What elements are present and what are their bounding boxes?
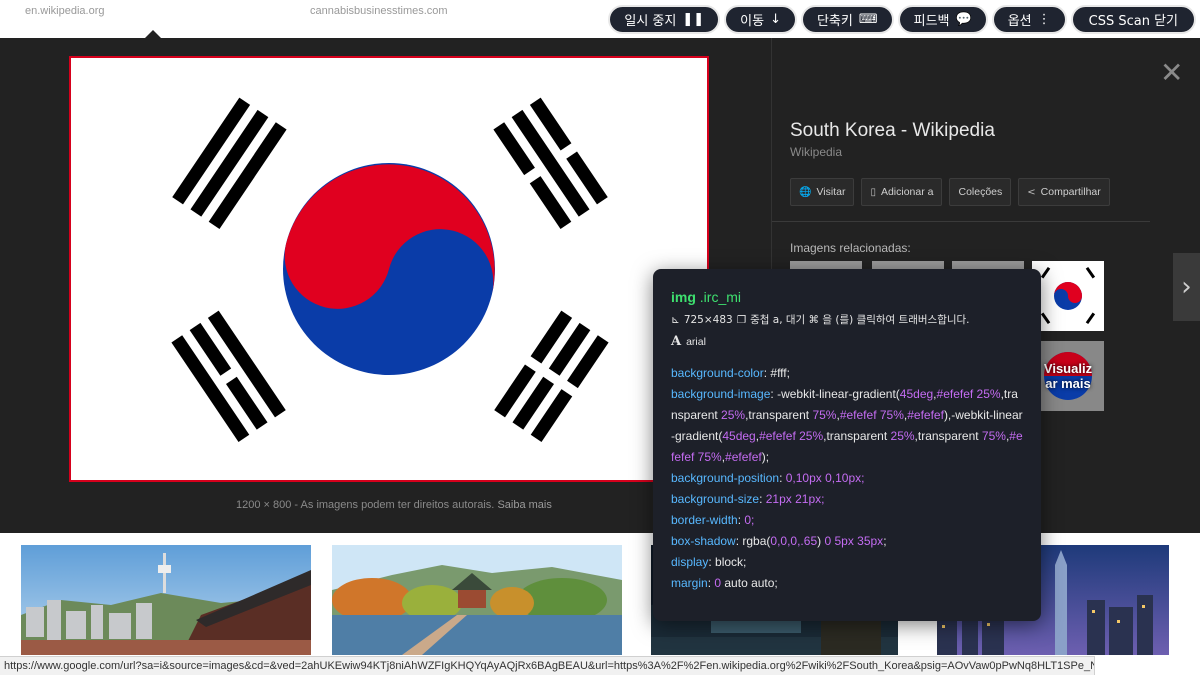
related-thumbnail[interactable]: [1032, 261, 1104, 331]
css-properties: background-color: #fff; background-image…: [671, 363, 1023, 594]
font-name: arial: [686, 335, 706, 348]
css-line: background-color: #fff;: [671, 366, 790, 380]
font-info: A arial: [671, 334, 1023, 349]
copyright-notice: As imagens podem ter direitos autorais.: [300, 499, 495, 511]
result-image-pavilion[interactable]: [332, 545, 622, 655]
keyboard-icon: ⌨: [858, 12, 878, 27]
copy-icon: ❐: [736, 313, 747, 326]
image-caption: 1200 × 800 - As imagens podem ter direit…: [236, 499, 552, 511]
element-selector: img .irc_mi: [671, 289, 742, 305]
font-icon: A: [671, 334, 682, 349]
options-button[interactable]: 옵션 ⋮: [991, 5, 1067, 34]
element-size: 725×483: [683, 313, 733, 326]
pause-icon: ❚❚: [682, 12, 705, 27]
korea-flag-image: [71, 58, 707, 480]
source-label[interactable]: cannabisbusinesstimes.com: [310, 5, 448, 17]
css-line: background-position: 0,10px 0,10px;: [671, 471, 865, 485]
globe-icon: 🌐: [799, 186, 812, 198]
chat-icon: 💬: [955, 12, 972, 27]
element-meta: ⊾ 725×483 ❐ 중첩 a, 대기 ⌘ 을 (를) 클릭하여 트래버스합니…: [671, 312, 1023, 327]
preview-image[interactable]: [69, 56, 709, 482]
close-css-scan-button[interactable]: CSS Scan 닫기: [1070, 5, 1196, 34]
view-more-thumbnail[interactable]: Visualiz ar mais: [1032, 341, 1104, 411]
source-label[interactable]: en.wikipedia.org: [25, 5, 105, 17]
css-scan-toolbar: 일시 중지 ❚❚ 이동 ↓ 단축키 ⌨ 피드백 💬 옵션 ⋮ CSS Scan …: [608, 5, 1196, 34]
ruler-icon: ⊾: [671, 313, 680, 326]
css-scan-tooltip: img .irc_mi ⊾ 725×483 ❐ 중첩 a, 대기 ⌘ 을 (를)…: [653, 269, 1041, 621]
share-button[interactable]: < Compartilhar: [1018, 178, 1110, 206]
preview-caret: [145, 30, 161, 38]
view-more-label: Visualiz ar mais: [1043, 361, 1093, 391]
bookmark-icon: ▯: [870, 186, 876, 198]
result-title[interactable]: South Korea - Wikipedia: [790, 120, 995, 142]
share-icon: <: [1027, 186, 1036, 198]
css-line: margin: 0 auto auto;: [671, 576, 778, 590]
result-image-seoul[interactable]: [21, 545, 311, 655]
next-image-chevron-icon[interactable]: ›: [1173, 253, 1200, 321]
visit-button[interactable]: 🌐 Visitar: [790, 178, 855, 206]
traverse-hint: 중첩 a, 대기 ⌘ 을 (를) 클릭하여 트래버스합니다.: [750, 314, 970, 326]
close-icon[interactable]: ✕: [1160, 56, 1183, 89]
collections-button[interactable]: Coleções: [949, 178, 1012, 206]
result-actions: 🌐 Visitar ▯ Adicionar a Coleções < Compa…: [790, 178, 1110, 206]
add-to-button[interactable]: ▯ Adicionar a: [861, 178, 943, 206]
move-button[interactable]: 이동 ↓: [724, 5, 797, 34]
related-images-label: Imagens relacionadas:: [790, 241, 911, 255]
image-dimensions: 1200 × 800: [236, 499, 292, 511]
more-vertical-icon: ⋮: [1037, 12, 1051, 27]
css-line: display: block;: [671, 555, 747, 569]
learn-more-link[interactable]: Saiba mais: [497, 499, 551, 511]
arrow-down-icon: ↓: [770, 12, 781, 27]
result-source: Wikipedia: [790, 145, 843, 159]
pause-button[interactable]: 일시 중지 ❚❚: [608, 5, 721, 34]
shortcuts-button[interactable]: 단축키 ⌨: [800, 5, 894, 34]
css-line: border-width: 0;: [671, 513, 755, 527]
css-line: background-size: 21px 21px;: [671, 492, 825, 506]
css-line: background-image: -webkit-linear-gradien…: [671, 387, 1023, 464]
status-bar-url: https://www.google.com/url?sa=i&source=i…: [0, 656, 1095, 675]
feedback-button[interactable]: 피드백 💬: [897, 5, 988, 34]
css-line: box-shadow: rgba(0,0,0,.65) 0 5px 35px;: [671, 534, 887, 548]
section-divider: [772, 221, 1150, 222]
